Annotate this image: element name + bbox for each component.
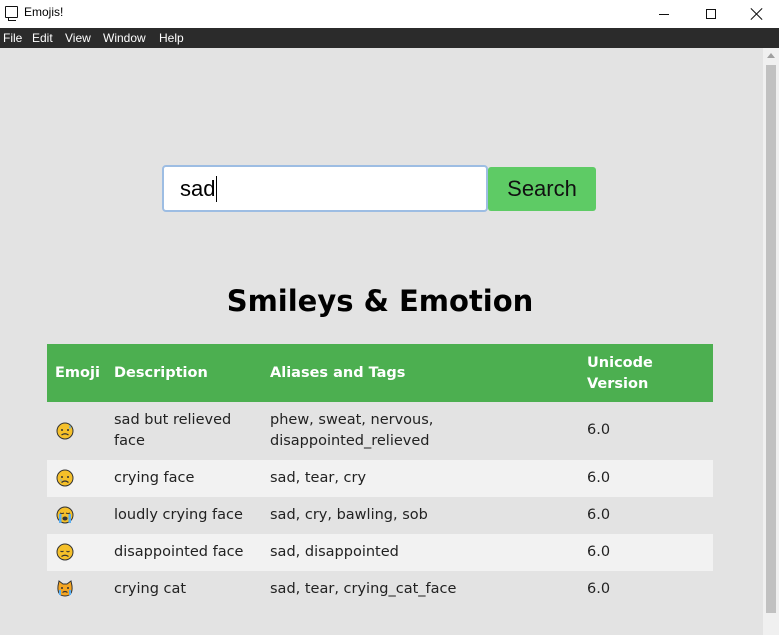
crying-face-icon — [56, 469, 74, 487]
table-row: disappointed face sad, disappointed 6.0 — [47, 534, 713, 571]
cell-aliases: sad, cry, bawling, sob — [270, 507, 428, 523]
minimize-button[interactable] — [641, 0, 687, 28]
scrollbar-thumb[interactable] — [766, 65, 776, 613]
cell-unicode-version: 6.0 — [587, 470, 611, 486]
search-button[interactable]: Search — [488, 167, 596, 211]
maximize-button[interactable] — [688, 0, 734, 28]
menu-file[interactable]: File — [3, 31, 22, 45]
menu-edit[interactable]: Edit — [32, 31, 53, 45]
table-row: crying face sad, tear, cry 6.0 — [47, 460, 713, 497]
minimize-icon — [659, 13, 669, 15]
table-row: loudly crying face sad, cry, bawling, so… — [47, 497, 713, 534]
menu-bar: File Edit View Window Help — [0, 28, 779, 48]
cell-aliases: sad, disappointed — [270, 544, 399, 560]
search-input[interactable]: sad — [162, 165, 488, 212]
header-description: Description — [114, 365, 208, 381]
header-unicode-version: Unicode Version — [587, 355, 653, 392]
cell-description: disappointed face — [114, 544, 244, 560]
disappointed-face-icon — [56, 543, 74, 561]
emoji-table: Emoji Description Aliases and Tags Unico… — [47, 344, 713, 608]
cell-unicode-version: 6.0 — [587, 581, 611, 597]
table-row: sad but relieved face phew, sweat, nervo… — [47, 402, 713, 460]
cell-description: crying face — [114, 470, 195, 486]
text-caret — [216, 175, 218, 202]
table-header: Emoji Description Aliases and Tags Unico… — [47, 344, 713, 402]
cell-description: crying cat — [114, 581, 187, 597]
sad-but-relieved-face-icon — [56, 422, 74, 440]
search-input-value: sad — [180, 176, 216, 201]
cell-description: loudly crying face — [114, 507, 243, 523]
vertical-scrollbar[interactable] — [763, 48, 779, 635]
section-title: Smileys & Emotion — [226, 284, 534, 318]
title-bar: Emojis! — [0, 0, 779, 28]
menu-help[interactable]: Help — [159, 31, 184, 45]
header-emoji: Emoji — [55, 365, 100, 381]
table-row: crying cat sad, tear, crying_cat_face 6.… — [47, 571, 713, 608]
app-icon — [5, 6, 18, 21]
close-button[interactable] — [734, 0, 779, 28]
scroll-up-icon[interactable] — [767, 53, 775, 58]
cell-aliases: sad, tear, crying_cat_face — [270, 581, 457, 597]
cell-unicode-version: 6.0 — [587, 422, 611, 438]
cell-aliases: sad, tear, cry — [270, 470, 367, 486]
header-aliases: Aliases and Tags — [270, 365, 406, 381]
maximize-icon — [706, 9, 716, 19]
cell-aliases: phew, sweat, nervous, disappointed_relie… — [270, 412, 434, 449]
window-title: Emojis! — [24, 5, 64, 19]
close-icon — [751, 8, 763, 20]
cell-unicode-version: 6.0 — [587, 544, 611, 560]
menu-view[interactable]: View — [65, 31, 91, 45]
crying-cat-icon — [57, 580, 73, 597]
menu-window[interactable]: Window — [103, 31, 146, 45]
cell-unicode-version: 6.0 — [587, 507, 611, 523]
loudly-crying-face-icon — [56, 506, 74, 524]
cell-description: sad but relieved face — [114, 412, 232, 449]
